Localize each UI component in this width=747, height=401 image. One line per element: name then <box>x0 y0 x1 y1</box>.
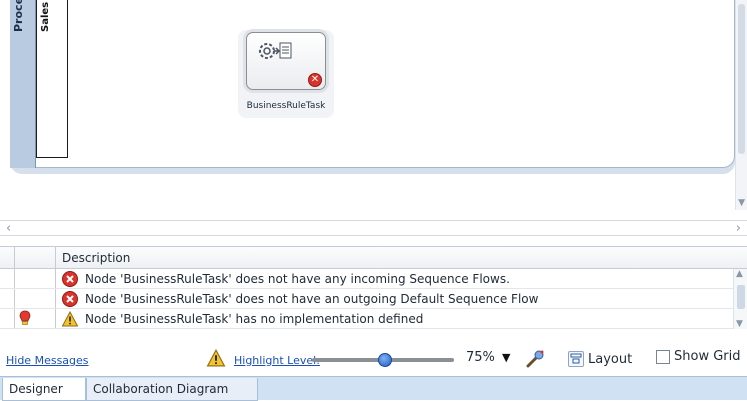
highlight-level-link[interactable]: Highlight Level: <box>234 354 320 367</box>
tab-designer[interactable]: Designer <box>2 378 86 401</box>
message-row[interactable]: Node 'BusinessRuleTask' does not have an… <box>0 269 733 289</box>
zoom-level-value: 75% <box>466 350 495 365</box>
show-grid-toggle[interactable]: Show Grid <box>656 349 741 364</box>
lane-name-label: Sales <box>40 1 51 32</box>
zoom-dropdown-icon[interactable]: ▼ <box>502 351 510 364</box>
messages-panel: Description Node 'BusinessRuleTask' does… <box>0 246 747 342</box>
messages-vertical-scrollbar[interactable]: ▲ ▼ <box>733 269 747 329</box>
icon-column-header[interactable] <box>14 247 56 269</box>
error-icon <box>62 291 78 307</box>
scroll-up-arrow-icon[interactable]: ▲ <box>736 269 743 279</box>
business-rule-task-node[interactable]: ✕ BusinessRuleTask <box>238 30 334 118</box>
pool-name-label: Process <box>12 0 25 32</box>
scroll-left-arrow-icon[interactable]: ‹ <box>6 221 11 236</box>
message-row[interactable]: Node 'BusinessRuleTask' does not have an… <box>0 289 733 309</box>
messages-table-header: Description <box>0 247 747 269</box>
tab-collaboration-diagram[interactable]: Collaboration Diagram <box>86 378 258 401</box>
process-pool[interactable] <box>10 0 735 168</box>
description-column-header[interactable]: Description <box>62 251 130 265</box>
bulb-icon[interactable] <box>18 310 32 326</box>
zoom-slider[interactable] <box>312 353 454 367</box>
show-grid-label: Show Grid <box>674 349 741 364</box>
diagram-canvas[interactable]: Process Sales ✕ BusinessRuleTask ▼ <box>0 0 747 220</box>
message-text: Node 'BusinessRuleTask' has no implement… <box>85 312 424 326</box>
show-grid-checkbox[interactable] <box>656 349 670 364</box>
scroll-thumb[interactable] <box>737 285 745 309</box>
layout-icon <box>568 351 584 367</box>
message-text: Node 'BusinessRuleTask' does not have an… <box>85 292 539 306</box>
warning-icon <box>62 311 78 327</box>
message-text: Node 'BusinessRuleTask' does not have an… <box>85 272 510 286</box>
scroll-down-arrow-icon[interactable]: ▼ <box>736 319 743 329</box>
designer-toolbar: Hide Messages Highlight Level: 75% ▼ Lay… <box>0 342 747 376</box>
scroll-thumb[interactable] <box>738 4 745 154</box>
message-row[interactable]: Node 'BusinessRuleTask' has no implement… <box>0 309 733 329</box>
error-icon <box>62 271 78 287</box>
messages-list: Node 'BusinessRuleTask' does not have an… <box>0 269 733 329</box>
hide-messages-link[interactable]: Hide Messages <box>6 354 89 367</box>
scroll-down-arrow-icon[interactable]: ▼ <box>738 198 745 208</box>
error-icon: ✕ <box>308 73 322 87</box>
business-rule-gear-icon <box>259 42 292 59</box>
auto-layout-wand-icon[interactable] <box>524 348 546 370</box>
scroll-right-arrow-icon[interactable]: › <box>736 221 741 236</box>
layout-label: Layout <box>588 351 633 367</box>
layout-button[interactable]: Layout <box>568 348 632 370</box>
zoom-slider-handle[interactable] <box>378 353 392 367</box>
editor-tab-bar: Designer Collaboration Diagram <box>0 376 747 401</box>
warning-icon <box>206 349 226 367</box>
canvas-horizontal-scrollbar[interactable]: ‹ › <box>0 220 747 236</box>
task-label: BusinessRuleTask <box>246 101 326 111</box>
canvas-vertical-scrollbar[interactable]: ▼ <box>735 0 747 210</box>
task-box[interactable]: ✕ <box>246 32 326 90</box>
